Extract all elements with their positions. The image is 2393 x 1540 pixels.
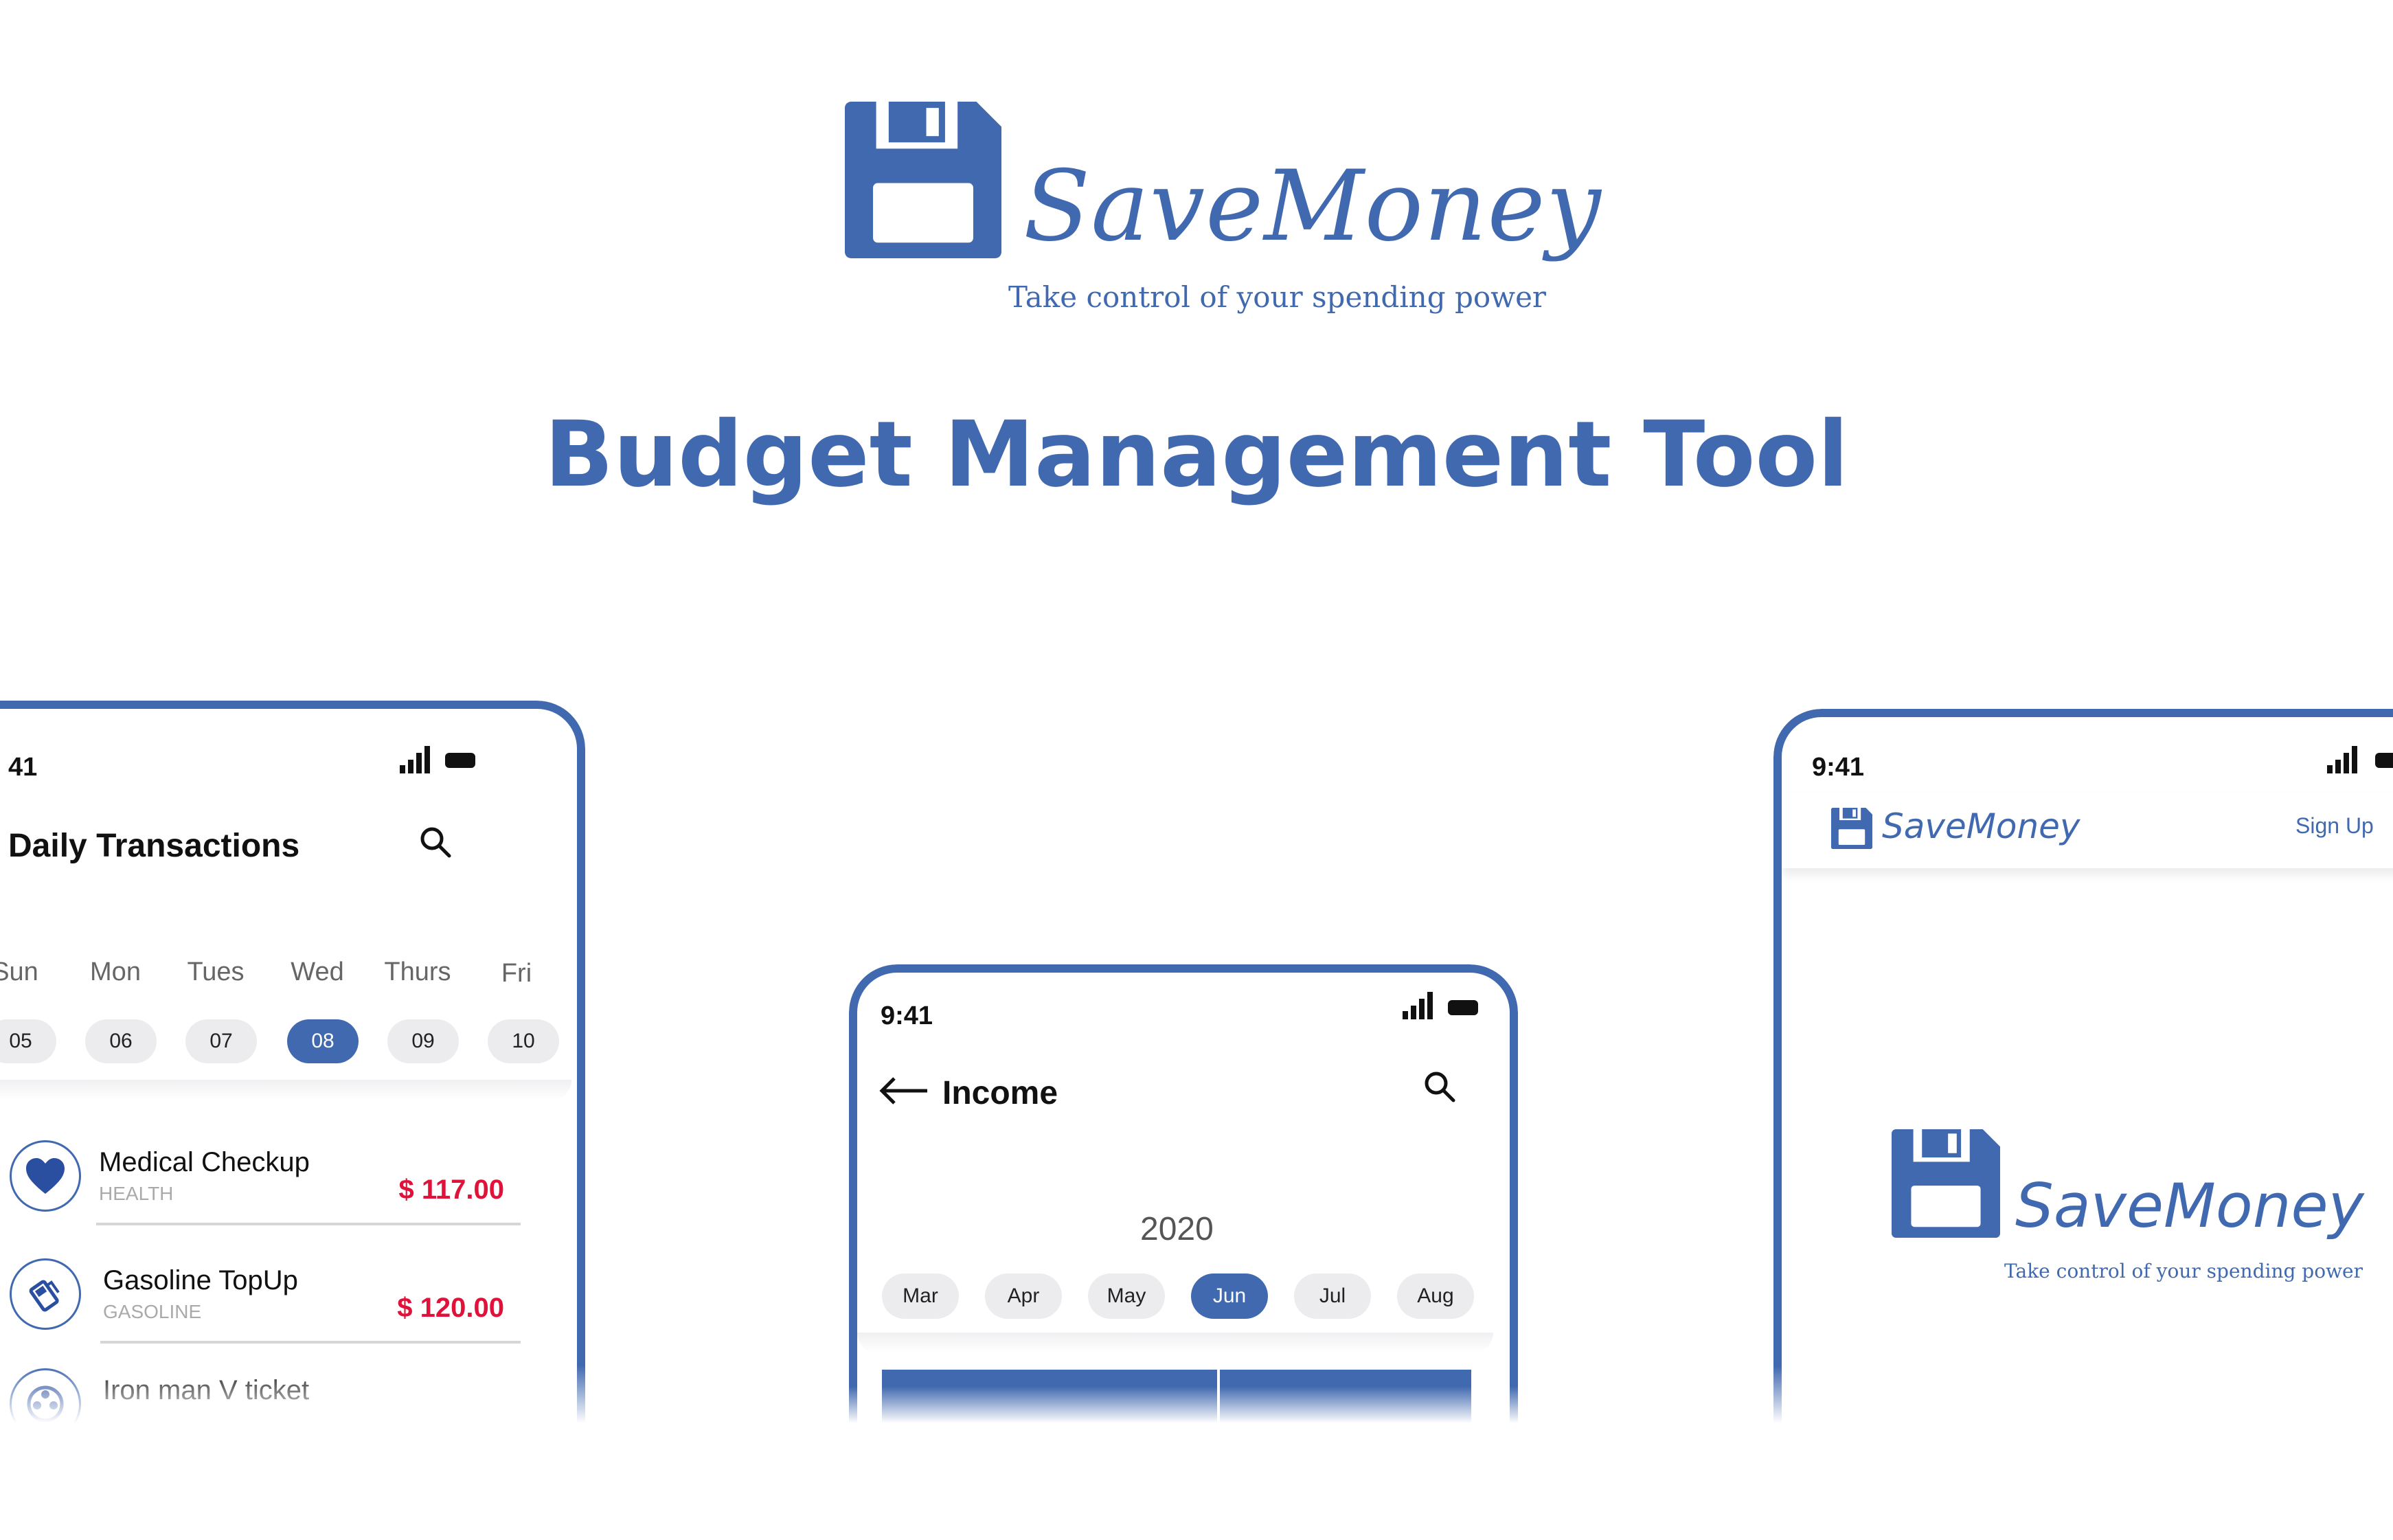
month-pill-apr[interactable]: Apr [985, 1273, 1062, 1319]
floppy-disk-logo-icon [1831, 808, 1872, 849]
splash-brand-name: SaveMoney [2015, 1170, 2364, 1241]
transaction-category: GASOLINE [103, 1301, 202, 1322]
splash-tagline: Take control of your spending power [2004, 1260, 2363, 1282]
transaction-name: Gasoline TopUp [103, 1265, 298, 1295]
status-time: 9:41 [1812, 753, 1865, 782]
date-pill-06[interactable]: 06 [85, 1019, 157, 1063]
film-reel-icon [10, 1368, 81, 1423]
nav-brand-name[interactable]: SaveMoney [1882, 806, 2080, 846]
top-nav-bar: SaveMoney Sign Up [1782, 793, 2393, 868]
transaction-row[interactable]: Gasoline TopUp GASOLINE $ 120.00 [10, 1258, 521, 1361]
status-time: 9:41 [881, 1001, 933, 1030]
phone-sign-up: 9:41 SaveMoney Sign Up SaveMoney Take co… [1773, 709, 2393, 1423]
day-label-mon: Mon [90, 958, 141, 986]
floppy-disk-logo-icon [845, 102, 1001, 258]
brand-tagline: Take control of your spending power [1008, 280, 1547, 314]
screen-title: Income [942, 1075, 1058, 1111]
day-label-fri: Fri [501, 959, 532, 988]
battery-icon [445, 753, 475, 768]
transaction-name: Iron man V ticket [103, 1375, 310, 1405]
sign-up-link[interactable]: Sign Up [2295, 813, 2374, 839]
fuel-pump-icon [10, 1258, 81, 1330]
transaction-amount: $ 117.00 [398, 1175, 505, 1205]
transaction-row[interactable]: Medical Checkup HEALTH $ 117.00 [10, 1140, 521, 1243]
day-label-tues: Tues [187, 958, 245, 986]
date-pill-10[interactable]: 10 [488, 1019, 559, 1063]
back-arrow-icon[interactable] [879, 1076, 929, 1106]
status-time: 41 [8, 753, 38, 782]
year-label: 2020 [1140, 1211, 1214, 1247]
transaction-row[interactable]: Iron man V ticket [10, 1368, 504, 1423]
floppy-disk-logo-icon [1892, 1129, 2000, 1238]
search-icon[interactable] [418, 824, 453, 860]
row-divider [96, 1223, 521, 1225]
day-label-sun: Sun [0, 958, 38, 986]
income-chart-bar [1220, 1370, 1471, 1423]
transaction-name: Medical Checkup [99, 1147, 310, 1177]
battery-icon [2375, 753, 2393, 768]
month-pill-mar[interactable]: Mar [882, 1273, 959, 1319]
date-pill-07[interactable]: 07 [185, 1019, 257, 1063]
date-pill-09[interactable]: 09 [387, 1019, 459, 1063]
day-label-wed: Wed [291, 958, 344, 986]
date-pill-08-selected[interactable]: 08 [287, 1019, 359, 1063]
month-pill-jun-selected[interactable]: Jun [1191, 1273, 1268, 1319]
screen-title: Daily Transactions [8, 828, 300, 864]
heart-icon [10, 1140, 81, 1212]
month-pill-may[interactable]: May [1088, 1273, 1165, 1319]
signal-icon [2327, 746, 2357, 773]
transaction-amount: $ 120.00 [397, 1293, 504, 1323]
transaction-category: HEALTH [99, 1183, 174, 1204]
income-chart-bar [882, 1370, 1217, 1423]
row-divider [100, 1341, 521, 1344]
signal-icon [400, 746, 430, 773]
search-icon[interactable] [1422, 1069, 1458, 1105]
month-pill-aug[interactable]: Aug [1397, 1273, 1474, 1319]
phone-income: 9:41 Income 2020 Mar Apr May Jun Jul Aug [849, 964, 1518, 1423]
phone-daily-transactions: 41 Daily Transactions Sun Mon Tues Wed T… [0, 701, 585, 1423]
month-pill-jul[interactable]: Jul [1294, 1273, 1371, 1319]
battery-icon [1448, 1000, 1478, 1015]
brand-name: SaveMoney [1023, 150, 1602, 263]
week-strip-shadow [0, 1080, 571, 1100]
date-pill-05[interactable]: 05 [0, 1019, 56, 1063]
signal-icon [1403, 992, 1433, 1019]
month-strip-shadow [857, 1333, 1493, 1353]
day-label-thurs: Thurs [384, 958, 451, 986]
page-title: Budget Management Tool [544, 402, 1849, 508]
